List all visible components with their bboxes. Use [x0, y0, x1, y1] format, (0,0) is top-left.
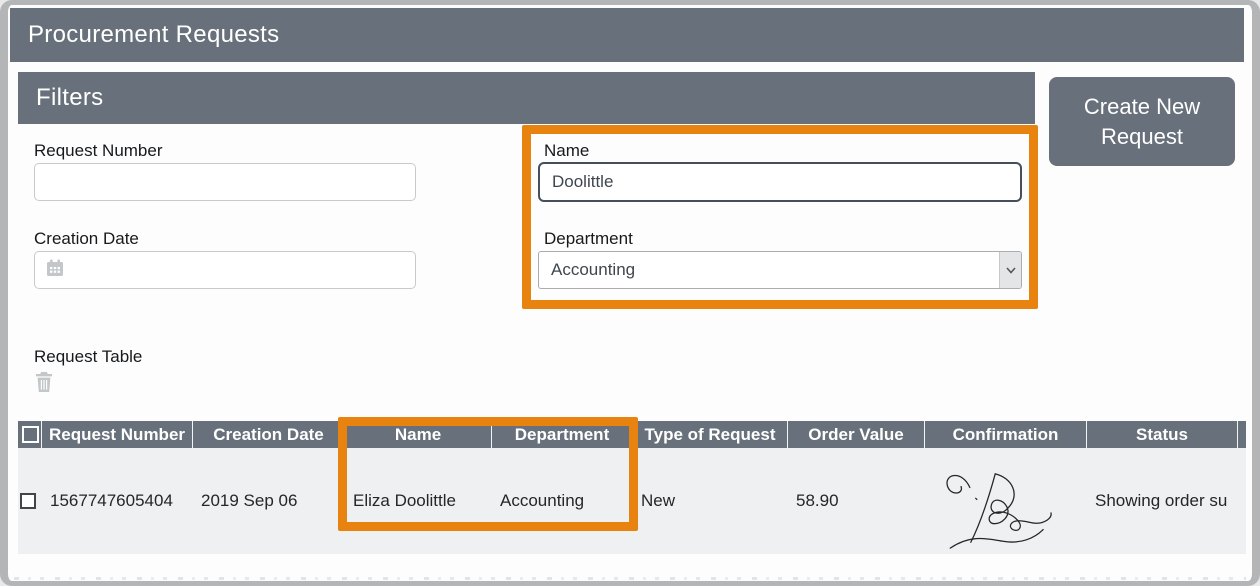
department-select[interactable]: Accounting — [538, 251, 1022, 289]
request-table: Request Number Creation Date Name Depart… — [18, 421, 1246, 554]
col-header-type-of-request: Type of Request — [633, 421, 788, 448]
request-table-header-row: Request Number Creation Date Name Depart… — [18, 421, 1246, 448]
create-new-request-button[interactable]: Create New Request — [1049, 77, 1235, 166]
department-label: Department — [544, 229, 633, 249]
col-header-request-number: Request Number — [42, 421, 193, 448]
cell-confirmation — [925, 448, 1087, 554]
cell-type-of-request: New — [633, 448, 788, 554]
filters-title: Filters — [36, 84, 103, 112]
clipped-text-remnant — [14, 577, 1246, 580]
col-header-name: Name — [345, 421, 492, 448]
col-header-confirmation: Confirmation — [925, 421, 1087, 448]
name-input[interactable] — [538, 162, 1022, 202]
request-table-caption: Request Table — [34, 347, 142, 367]
filters-header-bar: Filters — [18, 72, 1035, 124]
creation-date-input[interactable] — [34, 251, 416, 289]
select-all-checkbox[interactable] — [22, 426, 39, 443]
page-title: Procurement Requests — [28, 21, 279, 49]
cell-creation-date: 2019 Sep 06 — [193, 448, 345, 554]
signature-image — [932, 466, 1080, 559]
cell-name: Eliza Doolittle — [345, 448, 492, 554]
col-header-creation-date: Creation Date — [193, 421, 345, 448]
cell-spacer — [1238, 448, 1246, 554]
cell-status: Showing order su — [1087, 448, 1238, 554]
creation-date-label: Creation Date — [34, 229, 139, 249]
cell-department: Accounting — [492, 448, 633, 554]
request-number-label: Request Number — [34, 141, 163, 161]
cell-request-number: 1567747605404 — [42, 448, 193, 554]
table-row: 1567747605404 2019 Sep 06 Eliza Doolittl… — [18, 448, 1246, 554]
request-number-input[interactable] — [34, 163, 416, 201]
name-label: Name — [544, 141, 589, 161]
col-header-status: Status — [1087, 421, 1238, 448]
cell-order-value: 58.90 — [788, 448, 925, 554]
procurement-requests-window: Procurement Requests Filters Create New … — [0, 0, 1260, 586]
col-header-spacer — [1238, 421, 1246, 448]
department-selected-value: Accounting — [539, 252, 999, 288]
col-header-department: Department — [492, 421, 633, 448]
row-checkbox[interactable] — [20, 493, 36, 509]
col-header-order-value: Order Value — [788, 421, 925, 448]
chevron-down-icon[interactable] — [999, 252, 1021, 288]
trash-icon[interactable] — [34, 371, 56, 395]
calendar-icon — [45, 258, 65, 283]
row-select-cell — [18, 448, 42, 554]
page-header-bar: Procurement Requests — [10, 8, 1244, 62]
select-all-cell — [18, 421, 42, 448]
